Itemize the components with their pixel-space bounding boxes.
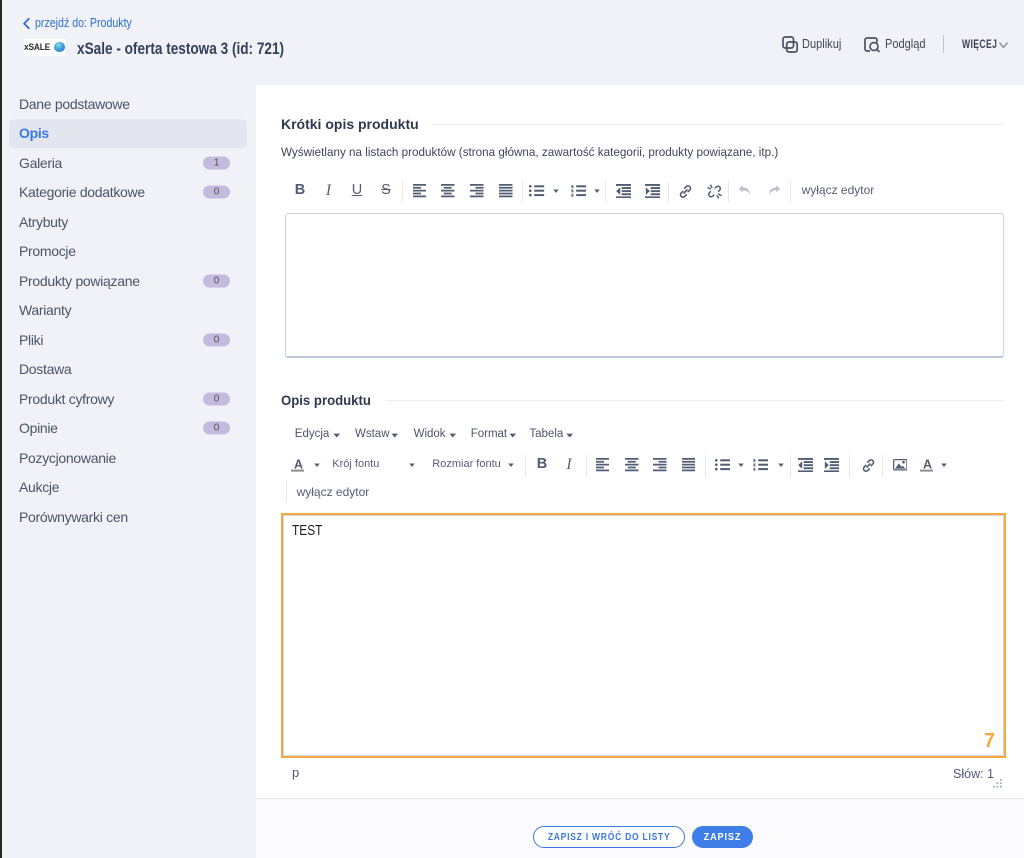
svg-text:A: A bbox=[294, 458, 303, 472]
svg-text:A: A bbox=[923, 458, 932, 472]
